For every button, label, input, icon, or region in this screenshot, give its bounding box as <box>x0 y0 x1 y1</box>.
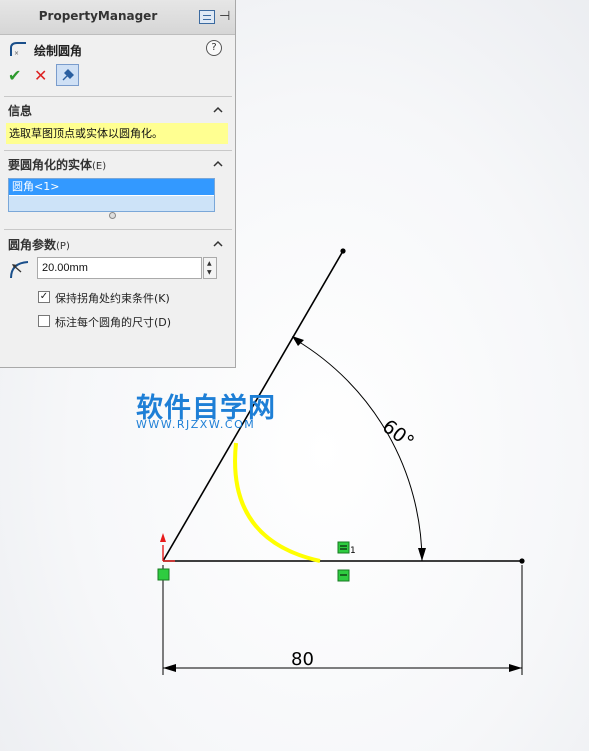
divider <box>4 96 232 97</box>
coincident-relation-icon[interactable] <box>157 568 170 581</box>
keep-constrained-text: 保持拐角处约束条件 <box>55 292 154 305</box>
length-dimension-text[interactable]: 80 <box>291 649 314 670</box>
fillet-preview-arc <box>233 442 321 563</box>
panel-layout-icon[interactable] <box>199 10 215 24</box>
relation-label: 1 <box>350 546 356 556</box>
arrowhead <box>418 548 426 561</box>
radius-spinner[interactable]: ▲ ▼ <box>203 257 217 279</box>
divider <box>4 150 232 151</box>
feature-header: × 绘制圆角 ? <box>6 38 234 60</box>
entities-selection-box[interactable]: 圆角<1> <box>8 178 215 212</box>
spin-up-icon[interactable]: ▲ <box>207 260 212 267</box>
ok-button[interactable]: ✔ <box>8 66 21 85</box>
feature-title: 绘制圆角 <box>34 44 83 58</box>
origin-arrow-icon <box>160 533 166 542</box>
params-group-hotkey: (P) <box>56 241 70 252</box>
collapse-chevron-icon[interactable] <box>213 239 223 249</box>
entities-group-title: 要圆角化的实体(E) <box>8 156 106 173</box>
collapse-chevron-icon[interactable] <box>213 159 223 169</box>
radius-input[interactable] <box>37 257 202 279</box>
dimension-each-checkbox[interactable] <box>38 315 50 327</box>
keep-constrained-checkbox[interactable]: ✓ <box>38 291 50 303</box>
divider <box>4 229 232 230</box>
info-message: 选取草图顶点或实体以圆角化。 <box>6 123 228 144</box>
dimension-each-hotkey: (D) <box>154 316 172 329</box>
keep-visible-pin-button[interactable] <box>56 64 79 86</box>
watermark-url: WWW.RJZXW.COM <box>136 418 256 431</box>
selection-empty-row[interactable] <box>9 196 214 211</box>
endpoint[interactable] <box>519 558 525 564</box>
cancel-button[interactable]: ✕ <box>34 66 47 85</box>
arrowhead <box>509 664 522 672</box>
info-group-title: 信息 <box>8 104 33 118</box>
svg-text:×: × <box>14 50 19 57</box>
panel-title: PropertyManager <box>38 9 158 23</box>
dimension-each-text: 标注每个圆角的尺寸 <box>55 316 154 329</box>
selected-entity-item[interactable]: 圆角<1> <box>9 179 214 195</box>
spin-down-icon[interactable]: ▼ <box>207 269 212 276</box>
panel-titlebar: PropertyManager ⊣ <box>0 0 235 35</box>
entities-group-hotkey: (E) <box>92 161 107 172</box>
params-group-title: 圆角参数(P) <box>8 236 70 253</box>
keep-constrained-label[interactable]: 保持拐角处约束条件(K) <box>55 290 170 306</box>
fillet-radius-icon <box>10 261 29 279</box>
help-icon[interactable]: ? <box>206 40 222 56</box>
dimension-each-label[interactable]: 标注每个圆角的尺寸(D) <box>55 314 171 330</box>
pushpin-icon <box>62 69 74 81</box>
property-manager-panel: PropertyManager ⊣ × 绘制圆角 ? ✔ ✕ 信息 选取草图顶点… <box>0 0 236 368</box>
pushpin-icon[interactable]: ⊣ <box>219 9 230 24</box>
keep-constrained-hotkey: (K) <box>154 292 170 305</box>
angle-dimension-text[interactable]: 60° <box>378 415 418 453</box>
equal-relation-icon[interactable] <box>337 541 350 554</box>
collapse-chevron-icon[interactable] <box>213 105 223 115</box>
sketch-fillet-icon: × <box>10 42 26 57</box>
resize-handle[interactable] <box>109 212 116 219</box>
endpoint[interactable] <box>340 248 346 254</box>
arrowhead <box>163 664 176 672</box>
entities-group-label: 要圆角化的实体 <box>8 158 93 172</box>
arrowhead <box>292 336 304 346</box>
params-group-label: 圆角参数 <box>8 238 57 252</box>
